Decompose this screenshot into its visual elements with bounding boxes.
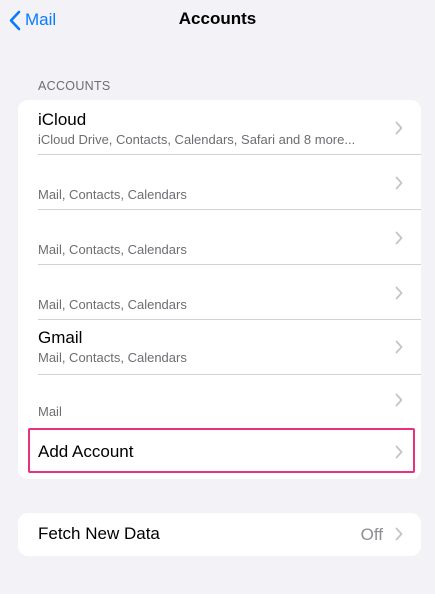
account-row-6[interactable]: Mail [18, 375, 421, 427]
account-subtitle: iCloud Drive, Contacts, Calendars, Safar… [38, 132, 356, 147]
chevron-right-icon [395, 176, 403, 190]
chevron-right-icon [395, 121, 403, 135]
account-subtitle: Mail, Contacts, Calendars [38, 242, 187, 257]
accounts-list: iCloud iCloud Drive, Contacts, Calendars… [18, 100, 421, 479]
fetch-new-data-value: Off [360, 525, 383, 544]
account-subtitle: Mail, Contacts, Calendars [38, 350, 187, 365]
page-title: Accounts [178, 9, 257, 28]
chevron-right-icon [395, 231, 403, 245]
chevron-right-icon [395, 527, 403, 541]
fetch-new-data-row[interactable]: Fetch New Data Off [18, 513, 421, 556]
add-account-highlight [28, 428, 415, 473]
chevron-right-icon [395, 393, 403, 407]
accounts-section-header: ACCOUNTS [38, 79, 111, 93]
chevron-right-icon [395, 286, 403, 300]
navigation-bar: Mail Accounts [0, 0, 435, 42]
account-row-3[interactable]: Mail, Contacts, Calendars [18, 210, 421, 264]
account-subtitle: Mail [38, 404, 62, 419]
account-subtitle: Mail, Contacts, Calendars [38, 187, 187, 202]
account-title: Gmail [38, 328, 83, 347]
account-row-2[interactable]: Mail, Contacts, Calendars [18, 155, 421, 209]
chevron-right-icon [395, 340, 403, 354]
account-subtitle: Mail, Contacts, Calendars [38, 297, 187, 312]
account-row-gmail[interactable]: Gmail Mail, Contacts, Calendars [18, 320, 421, 374]
account-title: iCloud [38, 110, 87, 129]
account-row-4[interactable]: Mail, Contacts, Calendars [18, 265, 421, 319]
fetch-section: Fetch New Data Off [18, 513, 421, 556]
fetch-new-data-label: Fetch New Data [38, 524, 160, 543]
account-row-icloud[interactable]: iCloud iCloud Drive, Contacts, Calendars… [18, 100, 421, 154]
